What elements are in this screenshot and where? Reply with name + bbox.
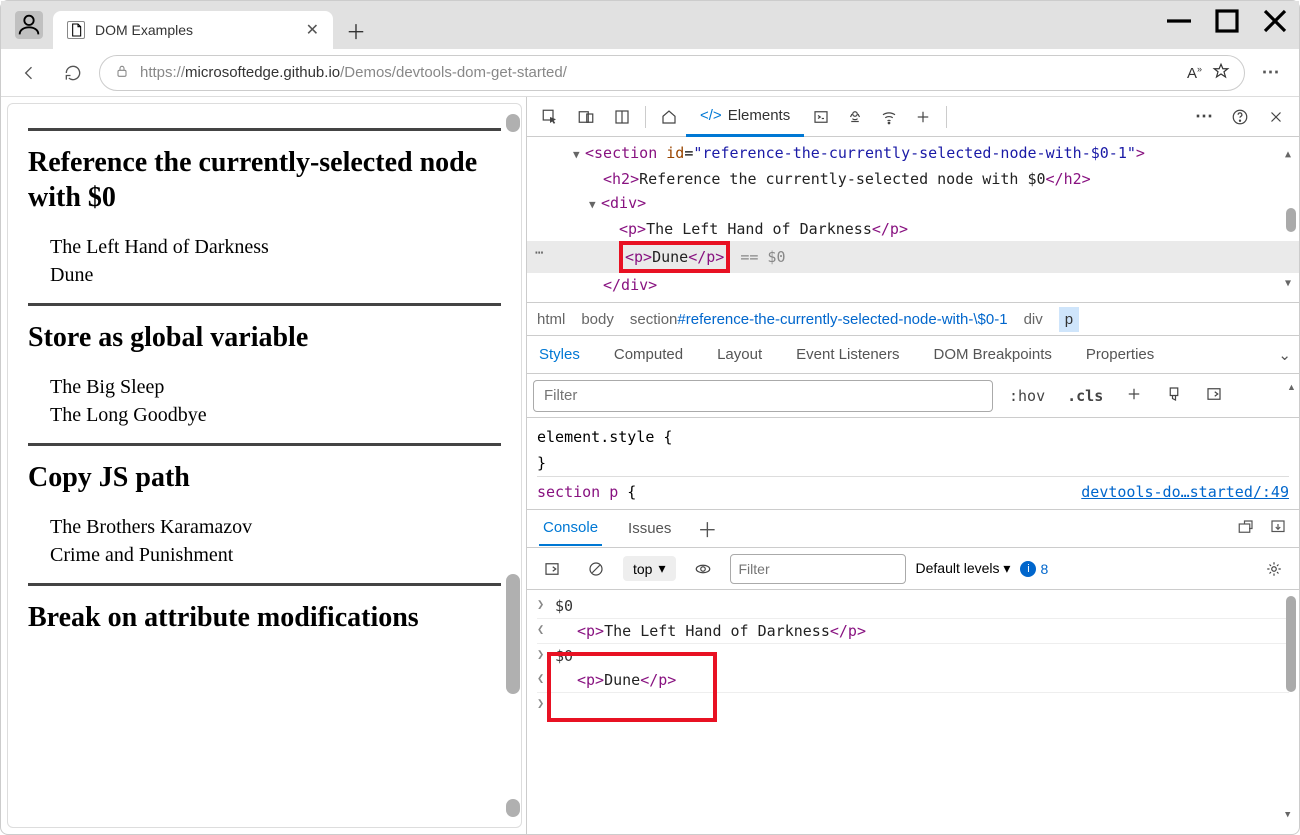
help-icon[interactable] bbox=[1223, 100, 1257, 134]
browser-tab[interactable]: DOM Examples ✕ bbox=[53, 11, 333, 49]
profile-button[interactable] bbox=[15, 11, 43, 39]
dock-icon[interactable] bbox=[605, 100, 639, 134]
selected-node[interactable]: <p>Dune</p>== $0 bbox=[527, 241, 1299, 273]
live-expression-icon[interactable] bbox=[686, 552, 720, 586]
section-heading: Reference the currently-selected node wi… bbox=[28, 145, 501, 215]
tab-issues[interactable]: Issues bbox=[624, 512, 675, 545]
list-item: The Brothers Karamazov bbox=[50, 513, 501, 541]
section-heading: Store as global variable bbox=[28, 320, 501, 355]
minimize-button[interactable] bbox=[1155, 1, 1203, 41]
chevron-down-icon[interactable]: ⌄ bbox=[1278, 346, 1291, 364]
new-tab-button[interactable]: ＋ bbox=[339, 13, 373, 47]
page-icon bbox=[67, 21, 85, 39]
page-scrollbar[interactable] bbox=[504, 114, 520, 817]
console-tab-icon[interactable] bbox=[804, 100, 838, 134]
inspect-element-icon[interactable] bbox=[533, 100, 567, 134]
tab-computed[interactable]: Computed bbox=[610, 338, 687, 371]
favorite-icon[interactable] bbox=[1212, 62, 1230, 84]
tab-title: DOM Examples bbox=[95, 22, 306, 38]
page-content: Reference the currently-selected node wi… bbox=[7, 103, 522, 828]
address-bar[interactable]: https://microsoftedge.github.io/Demos/de… bbox=[99, 55, 1245, 91]
breadcrumb[interactable]: html body section#reference-the-currentl… bbox=[527, 302, 1299, 336]
new-rule-icon[interactable] bbox=[1119, 381, 1149, 411]
add-drawer-tab-icon[interactable]: ＋ bbox=[697, 514, 717, 543]
hov-button[interactable]: :hov bbox=[1003, 383, 1051, 409]
clear-console-icon[interactable] bbox=[579, 552, 613, 586]
list-item: The Long Goodbye bbox=[50, 401, 501, 429]
console-output[interactable]: $0 <p>The Left Hand of Darkness</p> $0 <… bbox=[527, 590, 1299, 834]
more-tools-icon[interactable]: ⋯ bbox=[1187, 100, 1221, 134]
tab-event-listeners[interactable]: Event Listeners bbox=[792, 338, 903, 371]
tab-elements[interactable]: </> Elements bbox=[686, 97, 804, 137]
drawer-expand-icon[interactable] bbox=[1237, 518, 1255, 540]
more-tabs-icon[interactable] bbox=[906, 100, 940, 134]
menu-button[interactable]: ⋯ bbox=[1253, 55, 1289, 91]
list-item: Crime and Punishment bbox=[50, 541, 501, 569]
computed-toggle-icon[interactable] bbox=[1199, 381, 1229, 411]
titlebar: DOM Examples ✕ ＋ bbox=[1, 1, 1299, 49]
console-filter-input[interactable] bbox=[730, 554, 906, 584]
log-levels-selector[interactable]: Default levels ▾ bbox=[916, 560, 1011, 577]
sources-tab-icon[interactable] bbox=[838, 100, 872, 134]
tab-styles[interactable]: Styles bbox=[535, 338, 584, 371]
drawer-collapse-icon[interactable] bbox=[1269, 518, 1287, 540]
console-scrollbar[interactable]: ▼ bbox=[1285, 596, 1297, 820]
back-button[interactable] bbox=[11, 55, 47, 91]
brush-icon[interactable] bbox=[1159, 381, 1189, 411]
section-heading: Break on attribute modifications bbox=[28, 600, 501, 635]
navbar: https://microsoftedge.github.io/Demos/de… bbox=[1, 49, 1299, 97]
read-aloud-icon[interactable]: A» bbox=[1187, 64, 1202, 82]
url-text: https://microsoftedge.github.io/Demos/de… bbox=[140, 64, 1177, 81]
context-selector[interactable]: top▾ bbox=[623, 556, 676, 581]
elements-icon: </> bbox=[700, 107, 722, 124]
styles-filter-input[interactable] bbox=[533, 380, 993, 412]
styles-pane[interactable]: element.style { } section p { devtools-d… bbox=[527, 418, 1299, 510]
devtools-panel: </> Elements ⋯ ▼<section id="reference-t… bbox=[526, 97, 1299, 834]
tab-console[interactable]: Console bbox=[539, 511, 602, 546]
tab-properties[interactable]: Properties bbox=[1082, 338, 1158, 371]
list-item: The Big Sleep bbox=[50, 373, 501, 401]
welcome-tab-icon[interactable] bbox=[652, 100, 686, 134]
list-item: The Left Hand of Darkness bbox=[50, 233, 501, 261]
network-tab-icon[interactable] bbox=[872, 100, 906, 134]
message-count[interactable]: i8 bbox=[1020, 561, 1048, 577]
tab-layout[interactable]: Layout bbox=[713, 338, 766, 371]
device-toggle-icon[interactable] bbox=[569, 100, 603, 134]
section-heading: Copy JS path bbox=[28, 460, 501, 495]
elements-tree[interactable]: ▼<section id="reference-the-currently-se… bbox=[527, 137, 1299, 302]
tab-dom-breakpoints[interactable]: DOM Breakpoints bbox=[930, 338, 1056, 371]
close-window-button[interactable] bbox=[1251, 1, 1299, 41]
highlight-box bbox=[547, 652, 717, 722]
cls-button[interactable]: .cls bbox=[1061, 383, 1109, 409]
console-sidebar-icon[interactable] bbox=[535, 552, 569, 586]
close-tab-icon[interactable]: ✕ bbox=[306, 20, 319, 40]
lock-icon bbox=[114, 63, 130, 83]
source-link[interactable]: devtools-do…started/:49 bbox=[1081, 479, 1289, 505]
list-item: Dune bbox=[50, 261, 501, 289]
refresh-button[interactable] bbox=[55, 55, 91, 91]
console-settings-icon[interactable] bbox=[1257, 552, 1291, 586]
maximize-button[interactable] bbox=[1203, 1, 1251, 41]
elements-scrollbar[interactable]: ▲▼ bbox=[1285, 143, 1297, 296]
close-devtools-icon[interactable] bbox=[1259, 100, 1293, 134]
